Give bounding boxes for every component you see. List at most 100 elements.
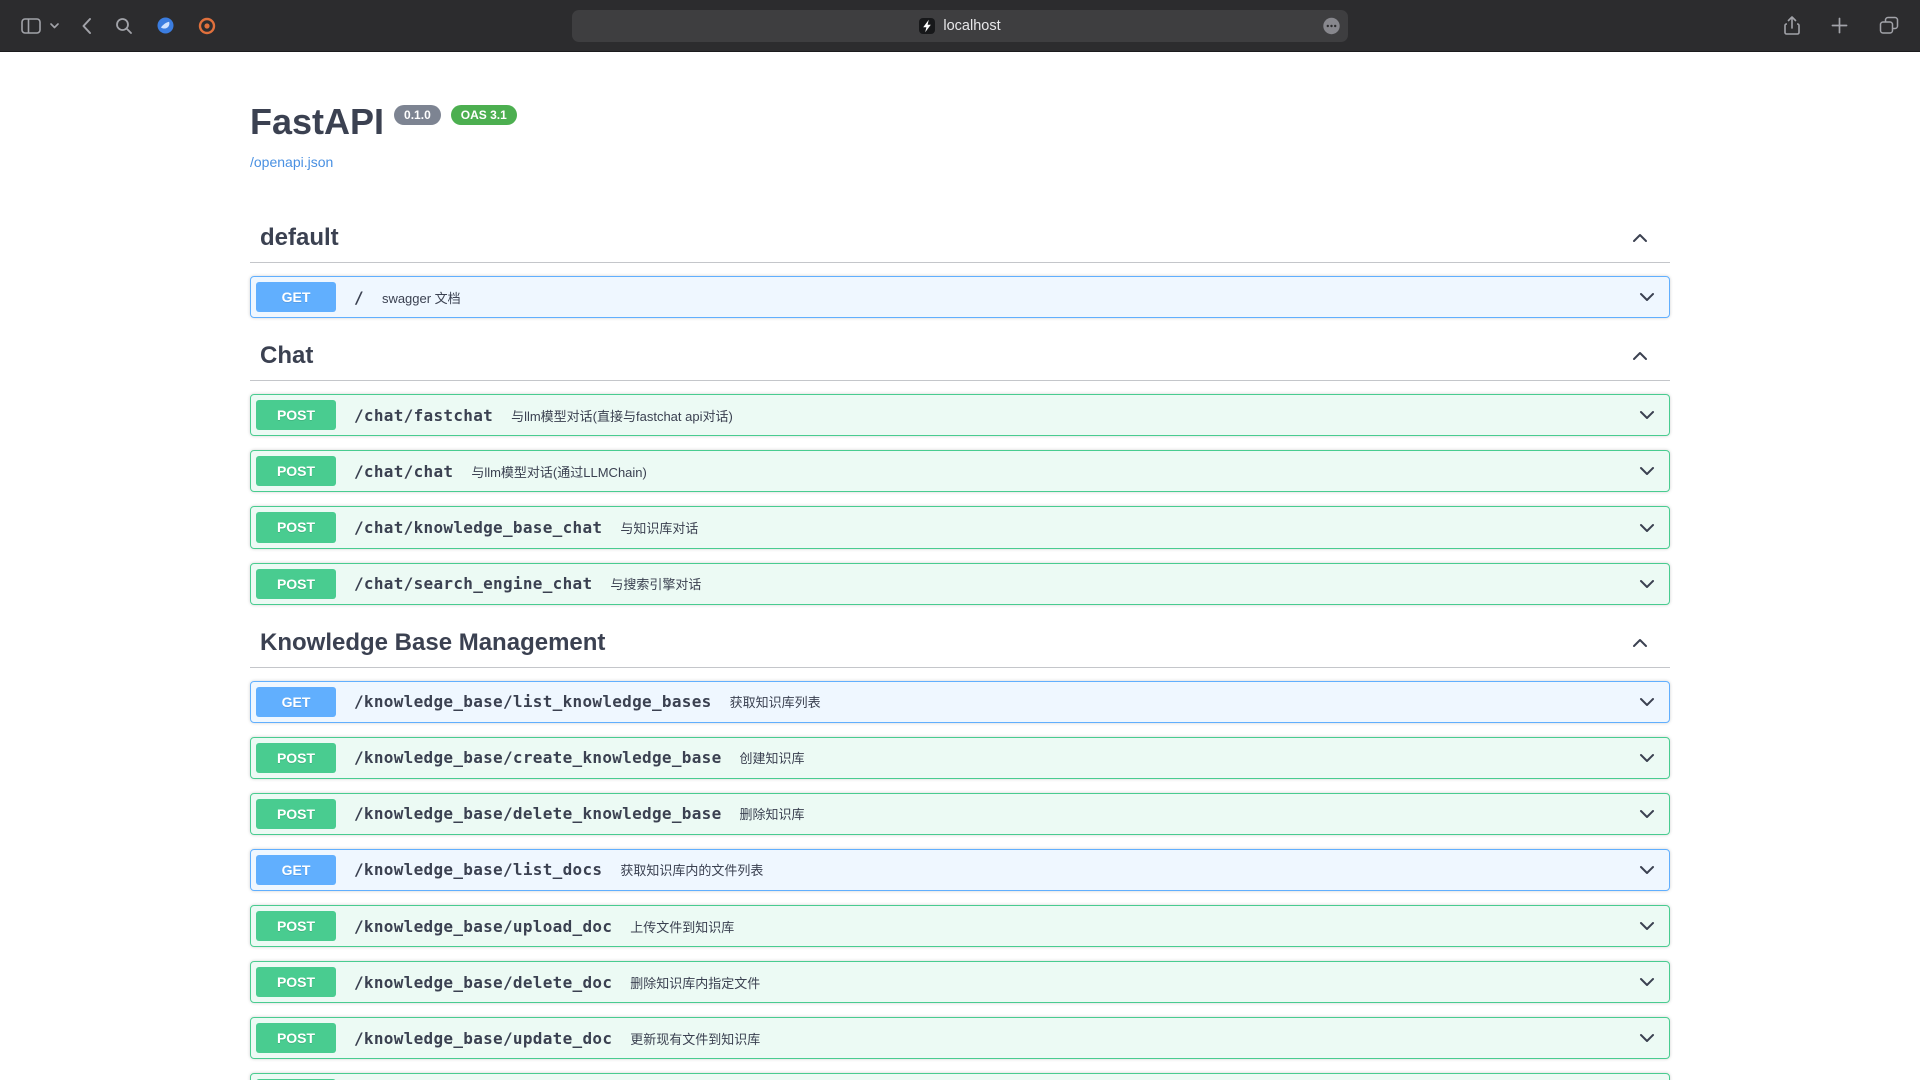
collapse-section-button[interactable]	[1630, 346, 1650, 366]
chevron-up-icon	[1630, 633, 1650, 653]
expand-operation-button[interactable]	[1637, 405, 1657, 425]
address-text: localhost	[943, 18, 1000, 34]
openapi-spec-link[interactable]: /openapi.json	[250, 154, 333, 170]
operation-description: 获取知识库列表	[730, 692, 1637, 711]
browser-window: localhost FastAPI 0.1.0 OAS 3.1	[0, 0, 1920, 1080]
operation-summary[interactable]: GET /knowledge_base/list_knowledge_bases…	[251, 682, 1669, 722]
section-title: Knowledge Base Management	[260, 629, 1630, 657]
section-header[interactable]: default	[250, 214, 1670, 263]
search-button[interactable]	[112, 14, 136, 38]
operation-row[interactable]: POST /knowledge_base/delete_knowledge_ba…	[250, 793, 1670, 835]
operation-description: swagger 文档	[382, 288, 1637, 307]
address-bar[interactable]: localhost	[572, 10, 1348, 42]
expand-operation-button[interactable]	[1637, 972, 1657, 992]
operation-summary[interactable]: POST /chat/fastchat 与llm模型对话(直接与fastchat…	[251, 395, 1669, 435]
operation-path: /knowledge_base/list_docs	[344, 860, 612, 879]
expand-operation-button[interactable]	[1637, 860, 1657, 880]
operation-row[interactable]: GET /knowledge_base/list_docs 获取知识库内的文件列…	[250, 849, 1670, 891]
operation-method-badge: POST	[256, 743, 336, 773]
share-button[interactable]	[1781, 13, 1803, 39]
operation-summary[interactable]: POST /chat/knowledge_base_chat 与知识库对话	[251, 507, 1669, 547]
operation-row[interactable]: POST /chat/fastchat 与llm模型对话(直接与fastchat…	[250, 394, 1670, 436]
operation-row[interactable]: POST /knowledge_base/update_doc 更新现有文件到知…	[250, 1017, 1670, 1059]
operation-row[interactable]: POST /chat/chat 与llm模型对话(通过LLMChain)	[250, 450, 1670, 492]
chevron-down-icon	[1637, 1028, 1657, 1048]
operation-path: /knowledge_base/list_knowledge_bases	[344, 692, 722, 711]
operation-description: 更新现有文件到知识库	[630, 1029, 1637, 1048]
operation-summary[interactable]: POST /knowledge_base/create_knowledge_ba…	[251, 738, 1669, 778]
section-title: Chat	[260, 342, 1630, 370]
page-menu-button[interactable]	[1322, 16, 1341, 35]
section-header[interactable]: Knowledge Base Management	[250, 619, 1670, 668]
collapse-section-button[interactable]	[1630, 228, 1650, 248]
section-operations: GET / swagger 文档	[250, 276, 1670, 318]
operation-method-badge: GET	[256, 282, 336, 312]
operation-row[interactable]: POST /knowledge_base/create_knowledge_ba…	[250, 737, 1670, 779]
operation-summary[interactable]: GET / swagger 文档	[251, 277, 1669, 317]
operation-summary[interactable]: POST /knowledge_base/delete_knowledge_ba…	[251, 794, 1669, 834]
tab-overview-button[interactable]	[1876, 13, 1902, 38]
operation-method-badge: POST	[256, 967, 336, 997]
operation-summary[interactable]: POST /chat/search_engine_chat 与搜索引擎对话	[251, 564, 1669, 604]
chevron-down-icon	[1637, 405, 1657, 425]
tab-overview-icon	[1879, 16, 1899, 35]
api-section: Knowledge Base Management GET /knowledge…	[250, 619, 1670, 1080]
operation-summary[interactable]: GET /knowledge_base/list_docs 获取知识库内的文件列…	[251, 850, 1669, 890]
operation-description: 与llm模型对话(通过LLMChain)	[471, 462, 1637, 481]
chevron-down-icon	[50, 23, 59, 29]
operation-path: /chat/chat	[344, 462, 463, 481]
expand-operation-button[interactable]	[1637, 804, 1657, 824]
expand-operation-button[interactable]	[1637, 1028, 1657, 1048]
chevron-down-icon	[1637, 574, 1657, 594]
operation-row[interactable]: POST /chat/search_engine_chat 与搜索引擎对话	[250, 563, 1670, 605]
operation-description: 删除知识库内指定文件	[630, 973, 1637, 992]
section-title: default	[260, 224, 1630, 252]
api-section: default GET / swagger 文档	[250, 214, 1670, 318]
fastapi-bolt-icon	[919, 18, 935, 34]
operation-path: /knowledge_base/delete_knowledge_base	[344, 804, 732, 823]
extension-blue-button[interactable]	[153, 13, 178, 38]
api-title-text: FastAPI	[250, 100, 384, 143]
expand-operation-button[interactable]	[1637, 518, 1657, 538]
operation-description: 删除知识库	[740, 804, 1637, 823]
operation-row[interactable]: POST /knowledge_base/recreate_vector_sto…	[250, 1073, 1670, 1080]
collapse-section-button[interactable]	[1630, 633, 1650, 653]
new-tab-button[interactable]	[1828, 14, 1851, 37]
expand-operation-button[interactable]	[1637, 461, 1657, 481]
tab-group-menu-button[interactable]	[48, 21, 61, 31]
operation-row[interactable]: POST /chat/knowledge_base_chat 与知识库对话	[250, 506, 1670, 548]
expand-operation-button[interactable]	[1637, 287, 1657, 307]
new-tab-icon	[1831, 17, 1848, 34]
operation-summary[interactable]: POST /knowledge_base/update_doc 更新现有文件到知…	[251, 1018, 1669, 1058]
operation-summary[interactable]: POST /knowledge_base/delete_doc 删除知识库内指定…	[251, 962, 1669, 1002]
operation-path: /knowledge_base/update_doc	[344, 1029, 622, 1048]
expand-operation-button[interactable]	[1637, 748, 1657, 768]
section-operations: POST /chat/fastchat 与llm模型对话(直接与fastchat…	[250, 394, 1670, 604]
expand-operation-button[interactable]	[1637, 692, 1657, 712]
operation-description: 与llm模型对话(直接与fastchat api对话)	[511, 406, 1637, 425]
section-operations: GET /knowledge_base/list_knowledge_bases…	[250, 681, 1670, 1080]
operation-path: /chat/search_engine_chat	[344, 574, 602, 593]
operation-summary[interactable]: POST /knowledge_base/upload_doc 上传文件到知识库	[251, 906, 1669, 946]
browser-toolbar: localhost	[0, 0, 1920, 52]
sidebar-toggle-button[interactable]	[18, 15, 44, 37]
operation-row[interactable]: POST /knowledge_base/upload_doc 上传文件到知识库	[250, 905, 1670, 947]
back-button[interactable]	[78, 14, 95, 38]
extension-orange-button[interactable]	[195, 14, 219, 38]
operation-path: /knowledge_base/upload_doc	[344, 917, 622, 936]
operation-method-badge: POST	[256, 569, 336, 599]
operation-row[interactable]: GET / swagger 文档	[250, 276, 1670, 318]
expand-operation-button[interactable]	[1637, 916, 1657, 936]
operation-row[interactable]: GET /knowledge_base/list_knowledge_bases…	[250, 681, 1670, 723]
operation-row[interactable]: POST /knowledge_base/delete_doc 删除知识库内指定…	[250, 961, 1670, 1003]
operation-path: /knowledge_base/create_knowledge_base	[344, 748, 732, 767]
operation-method-badge: GET	[256, 855, 336, 885]
operation-summary[interactable]: POST /chat/chat 与llm模型对话(通过LLMChain)	[251, 451, 1669, 491]
operation-summary[interactable]: POST /knowledge_base/recreate_vector_sto…	[251, 1074, 1669, 1080]
section-header[interactable]: Chat	[250, 332, 1670, 381]
oas-badge: OAS 3.1	[451, 105, 517, 125]
api-sections: default GET / swagger 文档 Chat POST /ch	[250, 214, 1670, 1080]
extension-blue-icon	[156, 16, 175, 35]
chevron-down-icon	[1637, 287, 1657, 307]
expand-operation-button[interactable]	[1637, 574, 1657, 594]
